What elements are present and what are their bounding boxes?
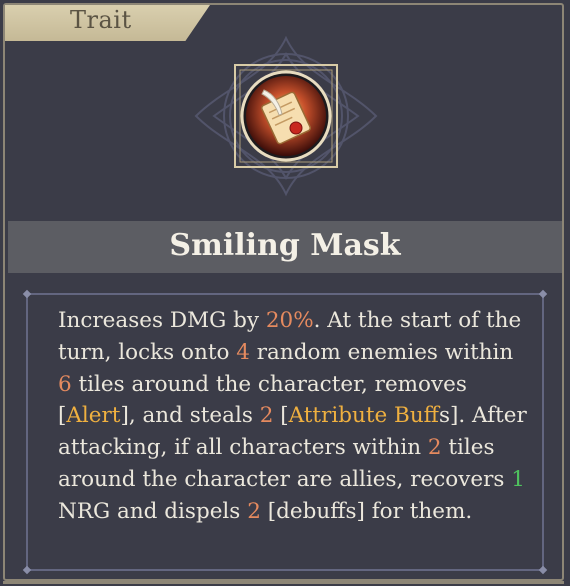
description-text: NRG and dispels xyxy=(58,498,248,524)
trait-tag-label: Trait xyxy=(70,6,132,34)
highlight-term: 6 xyxy=(58,371,72,397)
highlight-term: 2 xyxy=(259,403,274,429)
description-text: Increases DMG by xyxy=(58,308,266,333)
trait-icon-frame xyxy=(234,64,338,168)
highlight-term: 4 xyxy=(236,339,250,365)
scroll-quill-icon xyxy=(234,64,338,168)
description-text: [debuffs] for them. xyxy=(260,498,473,524)
description-text: random enemies within xyxy=(249,339,514,365)
highlight-term: Alert xyxy=(66,403,121,429)
highlight-term: 2 xyxy=(247,498,261,524)
highlight-term: 1 xyxy=(511,466,525,492)
trait-name: Smiling Mask xyxy=(169,228,401,263)
frame-bottom-line xyxy=(3,581,564,584)
description-text: [ xyxy=(273,403,289,429)
highlight-term: 20% xyxy=(265,308,314,333)
trait-description: Increases DMG by 20%. At the start of th… xyxy=(58,305,528,528)
description-text: ], and steals xyxy=(120,403,260,429)
highlight-term: 2 xyxy=(427,435,442,461)
highlight-term: Attribute Buff xyxy=(288,403,439,429)
